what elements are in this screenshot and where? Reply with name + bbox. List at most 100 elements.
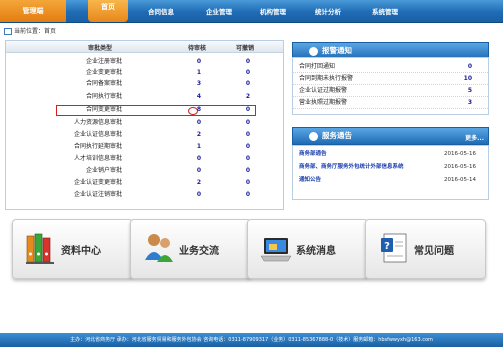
binders-icon <box>26 233 54 264</box>
row-pending[interactable]: 4 <box>189 92 209 102</box>
row-pending[interactable]: 2 <box>189 178 209 188</box>
list-item[interactable]: 商务部、商务厅服务外包统计外部信息系统 2016-05-16 <box>293 162 488 173</box>
table-row[interactable]: 合同执行延期审批 1 0 <box>6 142 283 152</box>
tile-label: 资料中心 <box>61 246 101 257</box>
alarm-panel: 合同打回通知 0 合同到期未执行报警 10 企业认证过期报警 5 营业执照过期报警 3 <box>292 57 489 115</box>
svg-text:?: ? <box>384 241 390 252</box>
table-row[interactable]: 合同执行审批 4 2 <box>6 92 283 102</box>
alarm-label: 营业执照过期报警 <box>299 99 348 106</box>
row-type: 企业认证注销审批 <box>73 191 122 198</box>
list-item[interactable]: 企业认证过期报警 5 <box>293 85 488 97</box>
tile-resource-center[interactable]: 资料中心 <box>12 219 133 279</box>
tile-business-exchange[interactable]: 业务交流 <box>130 219 251 279</box>
table-row[interactable]: 企业销户审批 0 0 <box>6 166 283 176</box>
row-pending[interactable]: 2 <box>189 130 209 140</box>
brand-label: 管理端 <box>0 0 66 22</box>
laptop-icon <box>260 238 292 262</box>
table-row[interactable]: 人才培训信息审批 0 0 <box>6 154 283 164</box>
row-type: 人才培训信息审批 <box>73 155 122 162</box>
notice-link[interactable]: 商务部、商务厅服务外包统计外部信息系统 <box>299 162 404 173</box>
row-type: 企业注册审批 <box>85 58 122 65</box>
table-row[interactable]: 企业认证注销审批 0 0 <box>6 190 283 200</box>
footer: 主办：河北省商务厅 承办：河北省服务贸易和服务外包协会 咨询电话：0311-87… <box>0 333 503 347</box>
row-revocable[interactable]: 2 <box>238 92 258 102</box>
nav-home[interactable]: 首页 <box>88 0 128 22</box>
tile-system-messages[interactable]: 系统消息 <box>247 219 368 279</box>
nav-system-mgmt[interactable]: 系统管理 <box>372 0 398 22</box>
row-revocable[interactable]: 0 <box>238 118 258 128</box>
col-revocable-header: 可撤销 <box>236 45 255 52</box>
users-icon <box>145 234 173 262</box>
nav-statistics[interactable]: 统计分析 <box>315 0 341 22</box>
row-revocable[interactable]: 0 <box>238 68 258 78</box>
row-revocable[interactable]: 0 <box>238 166 258 176</box>
speaker-icon <box>309 46 318 56</box>
notice-panel-title: 服务通告 更多... <box>292 127 489 145</box>
table-row[interactable]: 企业认证变更审批 2 0 <box>6 178 283 188</box>
alarm-value[interactable]: 3 <box>468 97 472 108</box>
alarm-label: 合同打回通知 <box>299 63 336 70</box>
row-revocable[interactable]: 0 <box>238 178 258 188</box>
row-revocable[interactable]: 0 <box>238 142 258 152</box>
tile-label: 业务交流 <box>179 246 219 257</box>
tile-label: 常见问题 <box>414 246 454 257</box>
row-pending[interactable]: 0 <box>189 154 209 164</box>
row-type: 合同备案审批 <box>85 80 122 87</box>
row-type: 企业认证信息审批 <box>73 131 122 138</box>
table-row[interactable]: 企业认证信息审批 2 0 <box>6 130 283 140</box>
table-row[interactable]: 人力资源信息审批 0 0 <box>6 118 283 128</box>
notice-panel: 商务部通告 2016-05-16 商务部、商务厅服务外包统计外部信息系统 2016-… <box>292 145 489 200</box>
row-type: 企业认证变更审批 <box>73 179 122 186</box>
row-pending[interactable]: 0 <box>189 166 209 176</box>
alarm-value[interactable]: 10 <box>464 73 472 84</box>
table-row[interactable]: 企业变更审批 1 0 <box>6 68 283 78</box>
list-item[interactable]: 合同打回通知 0 <box>293 61 488 73</box>
row-pending[interactable]: 0 <box>189 118 209 128</box>
row-pending[interactable]: 3 <box>189 79 209 89</box>
row-revocable[interactable]: 0 <box>238 57 258 67</box>
row-revocable[interactable]: 0 <box>238 79 258 89</box>
notice-date: 2016-05-16 <box>444 164 476 170</box>
row-pending[interactable]: 1 <box>189 68 209 78</box>
list-item[interactable]: 商务部通告 2016-05-16 <box>293 149 488 160</box>
alarm-value[interactable]: 5 <box>468 85 472 96</box>
breadcrumb: 当前位置：首页 <box>4 26 56 35</box>
notice-date: 2016-05-14 <box>444 177 476 183</box>
notice-date: 2016-05-16 <box>444 151 476 157</box>
list-item[interactable]: 营业执照过期报警 3 <box>293 97 488 109</box>
table-row[interactable]: 合同备案审批 3 0 <box>6 79 283 89</box>
notice-title: 服务通告 <box>322 131 352 140</box>
nav-contract-info[interactable]: 合同信息 <box>148 0 174 22</box>
nav-enterprise-mgmt[interactable]: 企业管理 <box>206 0 232 22</box>
row-type: 企业销户审批 <box>85 167 122 174</box>
notice-link[interactable]: 通知公告 <box>299 175 321 186</box>
location-icon <box>4 28 12 35</box>
alarm-title: 报警通知 <box>322 46 352 55</box>
col-pending-header: 待审核 <box>188 45 207 52</box>
tile-faq[interactable]: ? 常见问题 <box>365 219 486 279</box>
col-type-header: 审批类型 <box>88 45 113 52</box>
breadcrumb-text: 当前位置：首页 <box>14 28 57 35</box>
audit-table: 审批类型 待审核 可撤销 企业注册审批 0 0 企业变更审批 1 0 合同备案审批 3 0 … <box>5 40 284 210</box>
row-revocable[interactable]: 0 <box>238 130 258 140</box>
highlight-box <box>56 105 256 116</box>
tile-label: 系统消息 <box>296 246 336 257</box>
table-row[interactable]: 企业注册审批 0 0 <box>6 57 283 67</box>
top-nav: 管理端 首页 合同信息 企业管理 机构管理 统计分析 系统管理 <box>0 0 503 23</box>
row-pending[interactable]: 0 <box>189 57 209 67</box>
alarm-label: 企业认证过期报警 <box>299 87 348 94</box>
row-revocable[interactable]: 0 <box>238 154 258 164</box>
row-revocable[interactable]: 0 <box>238 190 258 200</box>
help-document-icon: ? <box>381 233 407 263</box>
alarm-value[interactable]: 0 <box>468 61 472 72</box>
nav-org-mgmt[interactable]: 机构管理 <box>260 0 286 22</box>
row-pending[interactable]: 0 <box>189 190 209 200</box>
row-pending[interactable]: 1 <box>189 142 209 152</box>
list-item[interactable]: 通知公告 2016-05-14 <box>293 175 488 186</box>
notice-link[interactable]: 商务部通告 <box>299 149 327 160</box>
row-type: 企业变更审批 <box>85 69 122 76</box>
audit-table-header: 审批类型 待审核 可撤销 <box>6 41 283 53</box>
list-item[interactable]: 合同到期未执行报警 10 <box>293 73 488 85</box>
alarm-label: 合同到期未执行报警 <box>299 75 354 82</box>
row-type: 合同执行延期审批 <box>73 143 122 150</box>
